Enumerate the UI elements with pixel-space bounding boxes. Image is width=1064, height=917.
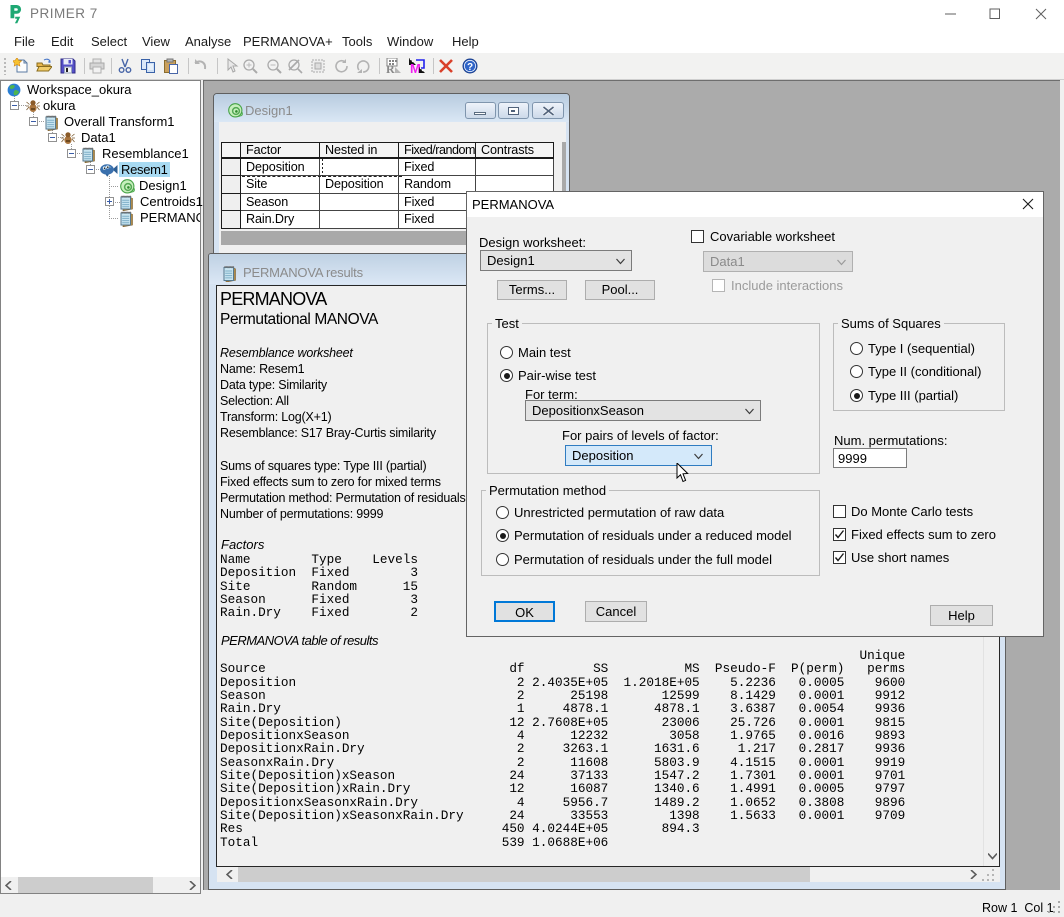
svg-text:?: ? <box>467 62 473 73</box>
svg-text:R: R <box>386 62 395 74</box>
